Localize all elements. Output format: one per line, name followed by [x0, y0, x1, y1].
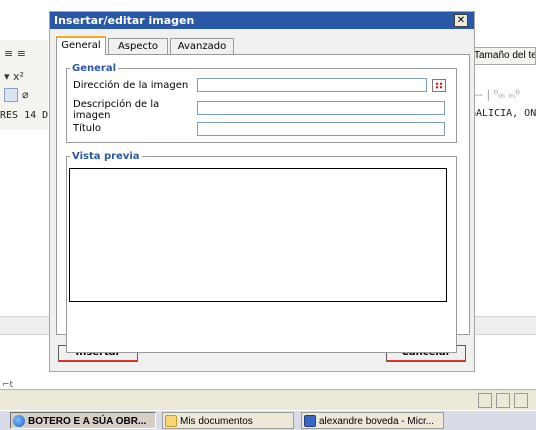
tab-avanzado[interactable]: Avanzado	[170, 38, 234, 55]
taskbar-item-label: alexandre boveda - Micr...	[319, 415, 435, 427]
image-title-input[interactable]	[197, 122, 445, 136]
image-url-label: Dirección de la imagen	[73, 80, 189, 91]
tab-general[interactable]: General	[56, 36, 106, 55]
taskbar-item-folder[interactable]: Mis documentos	[162, 412, 294, 429]
eraser-icon[interactable]: ⌀	[22, 88, 29, 101]
internet-explorer-icon	[13, 415, 25, 427]
insert-image-dialog: Insertar/editar imagen ✕ General Aspecto…	[49, 11, 475, 372]
tab-aspecto[interactable]: Aspecto	[108, 38, 168, 55]
superscript-icon[interactable]: ▾ x²	[4, 70, 24, 83]
document-text-left: RES 14 D	[0, 110, 48, 121]
dialog-title: Insertar/editar imagen	[54, 14, 195, 27]
taskbar-item-browser[interactable]: BOTERO E A SÚA OBR...	[10, 412, 156, 429]
preview-legend: Vista previa	[72, 151, 140, 162]
taskbar-item-word[interactable]: alexandre boveda - Micr...	[301, 412, 444, 429]
status-bar	[0, 392, 536, 410]
folder-icon	[165, 415, 177, 427]
image-description-input[interactable]	[197, 101, 445, 115]
dialog-titlebar[interactable]: Insertar/editar imagen ✕	[50, 12, 474, 29]
image-title-label: Título	[73, 123, 102, 134]
word-document-icon	[304, 415, 316, 427]
image-description-label: Descripción de la imagen	[73, 99, 160, 121]
status-cell	[478, 393, 492, 408]
taskbar-item-label: BOTERO E A SÚA OBR...	[28, 415, 147, 427]
browse-icon-dots	[435, 82, 443, 89]
toolbar-glyphs-right: — | ⁰ₘ ₘ⁰	[472, 88, 520, 101]
document-text-right: GALICIA, OND	[470, 108, 536, 119]
toolbar-image-icon[interactable]	[4, 88, 18, 102]
status-cell	[496, 393, 510, 408]
close-icon[interactable]: ✕	[454, 14, 468, 27]
image-browse-icon[interactable]	[432, 79, 446, 92]
taskbar-item-label: Mis documentos	[180, 415, 253, 427]
tab-panel-general: General Dirección de la imagen Descripci…	[56, 54, 470, 353]
font-size-dropdown[interactable]: Tamaño del tex	[470, 47, 536, 65]
status-cell	[514, 393, 528, 408]
superscript-glyph: x²	[13, 70, 24, 83]
justify-icon[interactable]: ≡ ≡	[4, 47, 26, 60]
image-url-input[interactable]	[197, 78, 427, 92]
general-legend: General	[72, 63, 116, 74]
image-preview-area	[69, 168, 447, 302]
